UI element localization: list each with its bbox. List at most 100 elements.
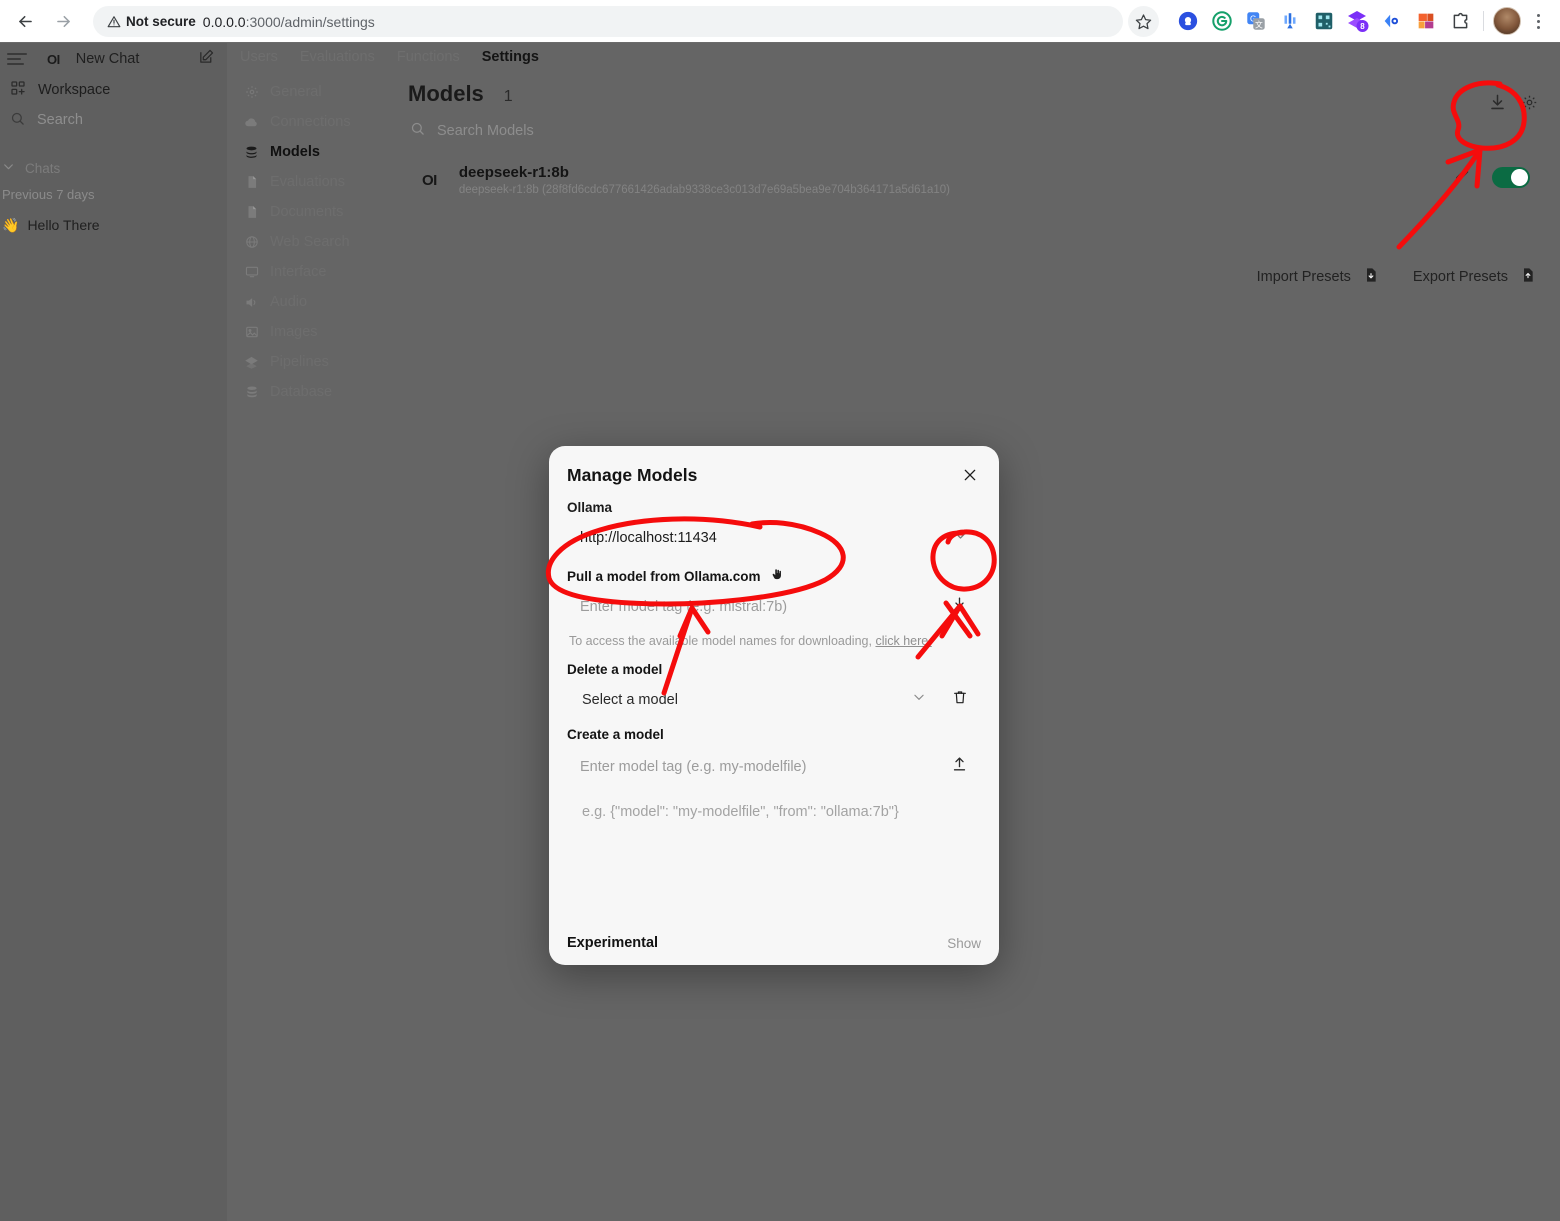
experimental-label: Experimental <box>567 935 659 951</box>
chevron-down-icon[interactable] <box>912 690 926 709</box>
tab-functions[interactable]: Functions <box>397 49 460 65</box>
sidebar-item-evaluations[interactable]: Evaluations <box>236 167 406 197</box>
sidebar-item-workspace[interactable]: Workspace <box>0 75 227 105</box>
list-item[interactable]: 👋 Hello There <box>0 210 227 240</box>
import-presets-button[interactable]: Import Presets <box>1257 267 1379 287</box>
chevron-down-icon <box>953 528 968 548</box>
sidebar-item-label: Workspace <box>38 82 111 98</box>
ollama-url-value: http://localhost:11434 <box>580 530 717 546</box>
url-path: :3000/admin/settings <box>245 13 375 30</box>
svg-text:文: 文 <box>1255 19 1263 29</box>
extension-icon-blue-circle[interactable] <box>1171 4 1205 38</box>
download-icon[interactable] <box>1488 93 1507 117</box>
sidebar-item-general[interactable]: General <box>236 77 406 107</box>
presets-row: Import Presets Export Presets <box>1257 267 1536 287</box>
search-models-input[interactable]: Search Models <box>408 121 1540 140</box>
sidebar-item-interface[interactable]: Interface <box>236 257 406 287</box>
table-row[interactable]: OI deepseek-r1:8b deepseek-r1:8b (28f8fd… <box>408 164 1540 196</box>
ollama-url-select[interactable]: http://localhost:11434 <box>567 528 981 548</box>
import-file-icon <box>1363 267 1379 287</box>
models-panel: Models 1 Search Models OI deepseek-r1:8b… <box>408 81 1540 196</box>
back-arrow-icon[interactable] <box>10 7 40 37</box>
extension-icon-google-translate[interactable]: G文 <box>1239 4 1273 38</box>
export-file-icon <box>1520 267 1536 287</box>
export-presets-button[interactable]: Export Presets <box>1413 267 1536 287</box>
model-enabled-toggle[interactable] <box>1492 167 1530 188</box>
tab-settings[interactable]: Settings <box>482 49 539 65</box>
show-toggle-link[interactable]: Show <box>947 936 981 951</box>
upload-icon[interactable] <box>951 756 968 778</box>
create-tag-placeholder: Enter model tag (e.g. my-modelfile) <box>580 759 807 775</box>
monitor-icon <box>244 265 259 280</box>
sidebar-chats-section[interactable]: Chats <box>0 153 227 183</box>
tab-evaluations[interactable]: Evaluations <box>300 49 375 65</box>
create-model-label: Create a model <box>567 727 664 742</box>
extension-icon-purple-badge-8[interactable]: 8 <box>1341 4 1375 38</box>
sidebar-search[interactable]: Search <box>0 105 227 135</box>
sidebar-item-models[interactable]: Models <box>236 137 406 167</box>
extension-icon-chart[interactable] <box>1273 4 1307 38</box>
new-chat-pencil-icon[interactable] <box>198 48 215 70</box>
create-model-json-input[interactable]: e.g. {"model": "my-modelfile", "from": "… <box>567 804 981 820</box>
tab-users[interactable]: Users <box>240 49 278 65</box>
sidebar-item-database[interactable]: Database <box>236 377 406 407</box>
workspace-icon <box>10 80 26 100</box>
extension-icon-qr[interactable] <box>1307 4 1341 38</box>
models-count: 1 <box>503 88 513 105</box>
chevron-down-icon <box>2 160 15 176</box>
gear-icon[interactable] <box>1521 94 1538 116</box>
pinch-hand-icon <box>770 568 784 585</box>
hint-text: To access the available model names for … <box>569 634 872 648</box>
close-icon[interactable] <box>959 464 981 486</box>
address-bar[interactable]: Not secure 0.0.0.0:3000/admin/settings <box>93 6 1123 37</box>
sidebar-item-label: General <box>270 84 322 100</box>
sidebar-item-label: Interface <box>270 264 327 280</box>
extension-icon-grammarly[interactable] <box>1205 4 1239 38</box>
stack-icon <box>244 145 259 160</box>
url-text: 0.0.0.0:3000/admin/settings <box>203 14 375 30</box>
pencil-icon[interactable] <box>1454 167 1470 188</box>
import-presets-label: Import Presets <box>1256 269 1351 285</box>
sidebar-item-connections[interactable]: Connections <box>236 107 406 137</box>
hamburger-icon[interactable] <box>7 53 29 65</box>
pull-model-placeholder: Enter model tag (e.g. mistral:7b) <box>580 599 788 615</box>
create-model-tag-input[interactable]: Enter model tag (e.g. my-modelfile) <box>567 756 981 778</box>
model-badge: OI <box>422 171 437 189</box>
extension-icon-orange-squares[interactable] <box>1409 4 1443 38</box>
pull-model-input[interactable]: Enter model tag (e.g. mistral:7b) <box>567 596 981 618</box>
sidebar-item-label: Web Search <box>270 234 350 250</box>
sidebar-item-pipelines[interactable]: Pipelines <box>236 347 406 377</box>
browser-toolbar: Not secure 0.0.0.0:3000/admin/settings G… <box>0 0 1560 43</box>
select-model-placeholder[interactable]: Select a model <box>580 692 678 708</box>
new-chat-label[interactable]: New Chat <box>76 51 140 67</box>
manage-models-dialog: Manage Models Ollama http://localhost:11… <box>549 446 999 965</box>
extension-icon-blue-eye[interactable] <box>1375 4 1409 38</box>
chats-date-group: Previous 7 days <box>2 187 95 202</box>
search-icon <box>410 121 425 140</box>
app-logo: OI <box>47 51 60 67</box>
security-indicator[interactable]: Not secure <box>107 14 196 29</box>
trash-icon[interactable] <box>952 689 968 710</box>
sidebar-item-audio[interactable]: Audio <box>236 287 406 317</box>
click-here-link[interactable]: click here. <box>875 634 931 648</box>
bookmark-star-icon[interactable] <box>1128 6 1159 37</box>
pull-model-label: Pull a model from Ollama.com <box>567 569 761 584</box>
sidebar-item-web-search[interactable]: Web Search <box>236 227 406 257</box>
avatar[interactable] <box>1490 4 1524 38</box>
cloud-icon <box>244 115 259 130</box>
sidebar-item-label: Connections <box>270 114 351 130</box>
admin-tabs: Users Evaluations Functions Settings <box>236 49 539 65</box>
toolbar-divider <box>1483 11 1484 31</box>
delete-model-label: Delete a model <box>567 662 663 677</box>
sidebar-item-label: Evaluations <box>270 174 345 190</box>
forward-arrow-icon[interactable] <box>48 7 78 37</box>
sidebar-item-documents[interactable]: Documents <box>236 197 406 227</box>
model-name: deepseek-r1:8b <box>458 164 569 181</box>
dialog-header: Manage Models <box>567 464 981 486</box>
kebab-menu-icon[interactable] <box>1524 4 1552 38</box>
download-icon[interactable] <box>951 596 968 618</box>
extension-icon-puzzle[interactable] <box>1443 4 1477 38</box>
sidebar-item-images[interactable]: Images <box>236 317 406 347</box>
dialog-footer: Experimental Show <box>567 935 981 951</box>
file-icon <box>244 205 259 220</box>
